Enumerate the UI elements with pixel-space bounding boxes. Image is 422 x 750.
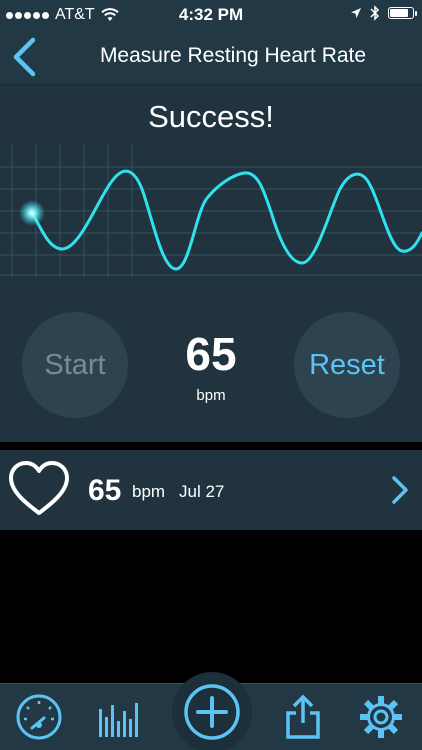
- reset-button[interactable]: Reset: [294, 312, 400, 418]
- tab-share[interactable]: [278, 692, 328, 742]
- history-date: Jul 27: [179, 482, 225, 501]
- battery-icon: [388, 7, 417, 19]
- history-bpm-value: 65: [88, 474, 122, 507]
- tab-bar: [0, 672, 422, 750]
- tab-add[interactable]: [172, 672, 252, 750]
- bar-chart-icon: [99, 703, 138, 737]
- tab-dashboard[interactable]: [14, 692, 64, 742]
- screen: AT&T 4:32 PM Measure Resting Heart Rate: [0, 0, 422, 750]
- heart-rate-wave: [0, 145, 422, 277]
- tab-settings[interactable]: [356, 692, 406, 742]
- back-chevron-icon[interactable]: [6, 34, 46, 80]
- status-bar: AT&T 4:32 PM: [0, 0, 422, 30]
- history-row[interactable]: 65 bpm Jul 27: [0, 450, 422, 530]
- speedometer-icon: [16, 694, 62, 740]
- gear-icon: [360, 696, 402, 738]
- wave-grid: [0, 145, 422, 277]
- tab-history-chart[interactable]: [94, 692, 144, 742]
- bpm-value: 65: [185, 328, 237, 380]
- add-icon: [184, 684, 240, 740]
- wave-glow-dot: [19, 200, 45, 226]
- page-title: Measure Resting Heart Rate: [99, 44, 367, 67]
- share-icon: [286, 694, 320, 739]
- wave-line: [30, 169, 422, 271]
- bpm-unit: bpm: [196, 387, 226, 404]
- chevron-right-icon[interactable]: [388, 472, 412, 508]
- battery-fill: [390, 9, 409, 17]
- measure-panel: Success! Start 65 bpm Reset: [0, 85, 422, 442]
- status-right: [350, 5, 417, 21]
- start-button[interactable]: Start: [22, 312, 128, 418]
- bluetooth-icon: [370, 5, 380, 21]
- heart-icon: [9, 461, 69, 515]
- location-icon: [351, 8, 361, 18]
- history-bpm-unit: bpm: [132, 482, 166, 501]
- nav-bar: Measure Resting Heart Rate: [0, 30, 422, 85]
- measure-status: Success!: [148, 99, 274, 134]
